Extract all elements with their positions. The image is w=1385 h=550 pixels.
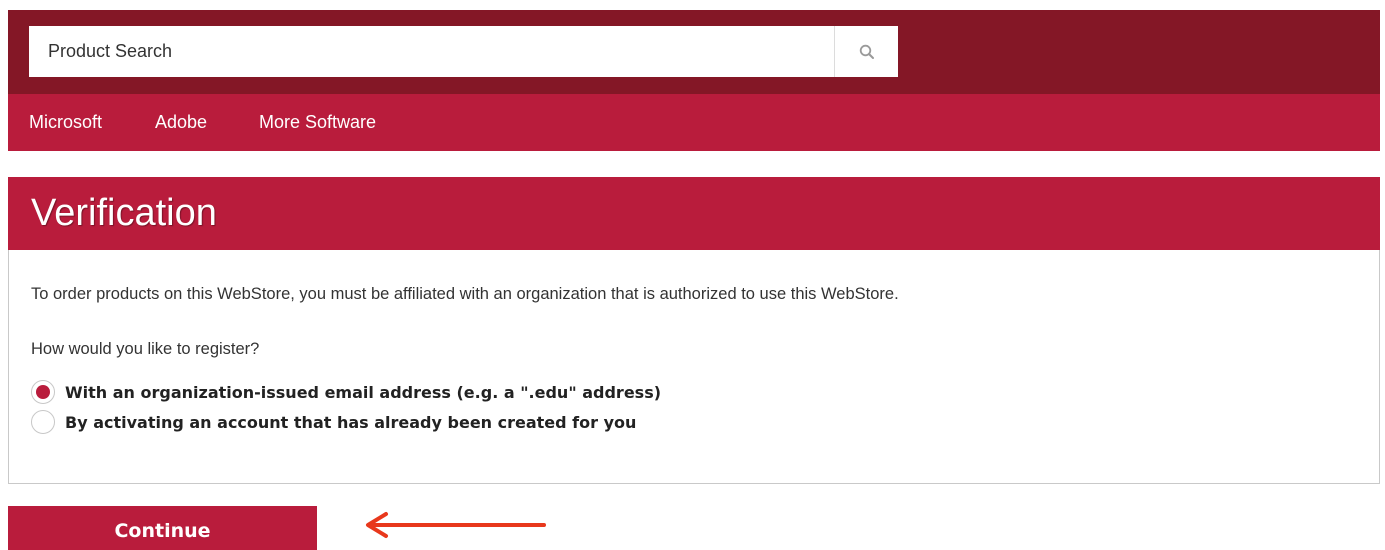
search-input[interactable] [29,26,834,77]
radio-button-unselected[interactable] [31,410,55,434]
radio-option-email[interactable]: With an organization-issued email addres… [31,380,661,404]
nav-item-adobe[interactable]: Adobe [155,94,207,151]
nav-item-more-software[interactable]: More Software [259,94,376,151]
continue-button[interactable]: Continue [8,506,317,550]
main-nav: Microsoft Adobe More Software [8,94,1380,151]
annotation-arrow-icon [366,512,546,538]
search-button[interactable] [834,26,898,77]
radio-label-email[interactable]: With an organization-issued email addres… [65,383,661,402]
page-title: Verification [31,192,217,234]
radio-button-selected[interactable] [31,380,55,404]
panel-header: Verification [8,177,1380,250]
search-icon [859,44,874,59]
nav-item-microsoft[interactable]: Microsoft [29,94,102,151]
radio-label-activate[interactable]: By activating an account that has alread… [65,413,636,432]
radio-option-activate[interactable]: By activating an account that has alread… [31,410,636,434]
register-question: How would you like to register? [31,340,260,358]
header-bar [8,10,1380,94]
radio-dot [36,385,50,399]
intro-text: To order products on this WebStore, you … [31,285,899,303]
verification-panel: Verification To order products on this W… [8,177,1380,484]
search-box [29,26,898,77]
